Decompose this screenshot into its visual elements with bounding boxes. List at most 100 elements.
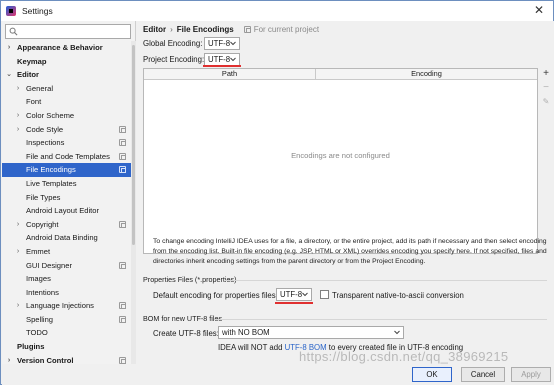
sidebar-item-code-style[interactable]: › Code Style <box>2 123 136 137</box>
global-encoding-label: Global Encoding: <box>143 39 203 48</box>
remove-icon[interactable]: − <box>540 82 552 94</box>
create-utf8-select[interactable]: with NO BOM <box>218 326 404 339</box>
window-title: Settings <box>22 6 53 16</box>
sidebar-item-emmet[interactable]: › Emmet <box>2 245 136 259</box>
sidebar-item-color-scheme[interactable]: › Color Scheme <box>2 109 136 123</box>
sidebar-item-file-encodings[interactable]: File Encodings <box>2 163 136 177</box>
project-scope-note: For current project <box>243 25 320 34</box>
native-to-ascii-checkbox[interactable] <box>320 290 329 299</box>
expand-right-icon[interactable]: › <box>14 123 22 137</box>
sidebar-item-spelling[interactable]: Spelling <box>2 313 136 327</box>
sidebar-item-gui-designer[interactable]: GUI Designer <box>2 259 136 273</box>
close-icon[interactable]: ✕ <box>533 4 545 16</box>
sidebar-item-label: Code Style <box>26 124 64 134</box>
cancel-button[interactable]: Cancel <box>461 367 505 382</box>
global-encoding-select[interactable]: UTF-8 <box>204 37 240 50</box>
sidebar-item-keymap[interactable]: Keymap <box>2 55 136 69</box>
properties-divider <box>225 280 547 281</box>
path-column-header[interactable]: Path <box>144 69 316 79</box>
sidebar-item-label: Intentions <box>26 287 59 297</box>
native-to-ascii-label[interactable]: Transparent native-to-ascii conversion <box>332 291 464 300</box>
sidebar-item-label: Language Injections <box>26 301 94 311</box>
project-scope-text: For current project <box>253 25 320 34</box>
project-encoding-highlight <box>203 65 241 67</box>
dialog-button-bar: OK Cancel Apply <box>2 364 554 385</box>
sidebar-item-file-and-code-templates[interactable]: File and Code Templates <box>2 150 136 164</box>
encodings-table[interactable]: Path Encoding Encodings are not configur… <box>143 68 538 254</box>
sidebar-item-label: Editor <box>17 70 39 80</box>
encoding-column-header[interactable]: Encoding <box>316 69 537 79</box>
sidebar-item-plugins[interactable]: Plugins <box>2 340 136 354</box>
expand-down-icon[interactable]: ⌄ <box>5 68 13 82</box>
breadcrumb: Editor › File Encodings For current proj… <box>143 25 319 34</box>
add-icon[interactable]: + <box>540 68 552 80</box>
sidebar-item-editor[interactable]: ⌄ Editor <box>2 68 136 82</box>
sidebar-item-general[interactable]: › General <box>2 82 136 96</box>
expand-right-icon[interactable]: › <box>14 245 22 259</box>
apply-button[interactable]: Apply <box>511 367 551 382</box>
table-empty-message: Encodings are not configured <box>291 151 390 160</box>
sidebar-item-label: Emmet <box>26 246 51 256</box>
sidebar-item-label: GUI Designer <box>26 260 73 270</box>
encoding-description: To change encoding IntelliJ IDEA uses fo… <box>153 238 547 265</box>
properties-encoding-highlight <box>275 302 313 304</box>
sidebar-scroll-thumb[interactable] <box>132 45 135 245</box>
sidebar-item-android-data-binding[interactable]: Android Data Binding <box>2 231 136 245</box>
sidebar-item-copyright[interactable]: › Copyright <box>2 218 136 232</box>
project-scope-icon <box>119 139 126 147</box>
expand-right-icon[interactable]: › <box>5 41 13 55</box>
sidebar-item-label: General <box>26 83 54 93</box>
settings-window: Settings ✕ › Appearance & Behavior Keymap ⌄… <box>0 0 554 385</box>
title-bar: Settings ✕ <box>1 1 553 21</box>
sidebar-item-intentions[interactable]: Intentions <box>2 286 136 300</box>
breadcrumb-current: File Encodings <box>176 25 234 34</box>
file-encodings-panel: Editor › File Encodings For current proj… <box>137 21 554 364</box>
properties-encoding-value: UTF-8 <box>280 290 303 299</box>
sidebar-item-label: Live Templates <box>26 178 77 188</box>
sidebar-item-font[interactable]: Font <box>2 95 136 109</box>
sidebar-item-label: File and Code Templates <box>26 151 110 161</box>
sidebar-item-language-injections[interactable]: › Language Injections <box>2 299 136 313</box>
edit-icon[interactable]: ✎ <box>540 96 552 108</box>
sidebar-item-file-types[interactable]: File Types <box>2 191 136 205</box>
project-scope-icon <box>119 261 126 269</box>
project-scope-icon <box>119 302 126 310</box>
sidebar-item-images[interactable]: Images <box>2 272 136 286</box>
ok-button[interactable]: OK <box>412 367 452 382</box>
intellij-app-icon <box>6 6 16 16</box>
settings-sidebar: › Appearance & Behavior Keymap ⌄ Editor › Gene… <box>2 21 136 367</box>
bom-section-title: BOM for new UTF-8 files <box>143 314 223 323</box>
sidebar-scrollbar[interactable] <box>131 41 136 364</box>
expand-right-icon[interactable]: › <box>14 82 22 96</box>
search-icon <box>9 27 18 36</box>
expand-right-icon[interactable]: › <box>14 218 22 232</box>
settings-tree: › Appearance & Behavior Keymap ⌄ Editor › Gene… <box>2 41 136 367</box>
watermark-text: https://blog.csdn.net/qq_38969215 <box>299 349 509 364</box>
sidebar-item-label: Images <box>26 274 51 284</box>
sidebar-item-live-templates[interactable]: Live Templates <box>2 177 136 191</box>
create-utf8-label: Create UTF-8 files: <box>153 329 219 338</box>
expand-right-icon[interactable]: › <box>14 109 22 123</box>
sidebar-item-label: TODO <box>26 328 48 338</box>
table-header: Path Encoding <box>144 69 537 80</box>
project-scope-icon <box>119 166 126 174</box>
sidebar-item-label: Font <box>26 97 42 107</box>
sidebar-item-appearance-behavior[interactable]: › Appearance & Behavior <box>2 41 136 55</box>
chevron-down-icon <box>302 292 308 297</box>
project-encoding-value: UTF-8 <box>208 55 231 64</box>
sidebar-item-inspections[interactable]: Inspections <box>2 136 136 150</box>
sidebar-item-todo[interactable]: TODO <box>2 326 136 340</box>
sidebar-item-android-layout-editor[interactable]: Android Layout Editor <box>2 204 136 218</box>
sidebar-item-label: Inspections <box>26 138 65 148</box>
properties-encoding-select[interactable]: UTF-8 <box>276 288 312 301</box>
sidebar-item-label: Spelling <box>26 314 54 324</box>
expand-right-icon[interactable]: › <box>14 299 22 313</box>
project-encoding-label: Project Encoding: <box>143 55 205 64</box>
settings-search-input[interactable] <box>5 24 131 39</box>
project-scope-icon <box>119 356 126 364</box>
chevron-down-icon <box>394 330 400 335</box>
sidebar-item-label: Color Scheme <box>26 110 75 120</box>
project-scope-icon <box>119 315 126 323</box>
global-encoding-value: UTF-8 <box>208 39 231 48</box>
properties-encoding-label: Default encoding for properties files: <box>153 291 278 300</box>
